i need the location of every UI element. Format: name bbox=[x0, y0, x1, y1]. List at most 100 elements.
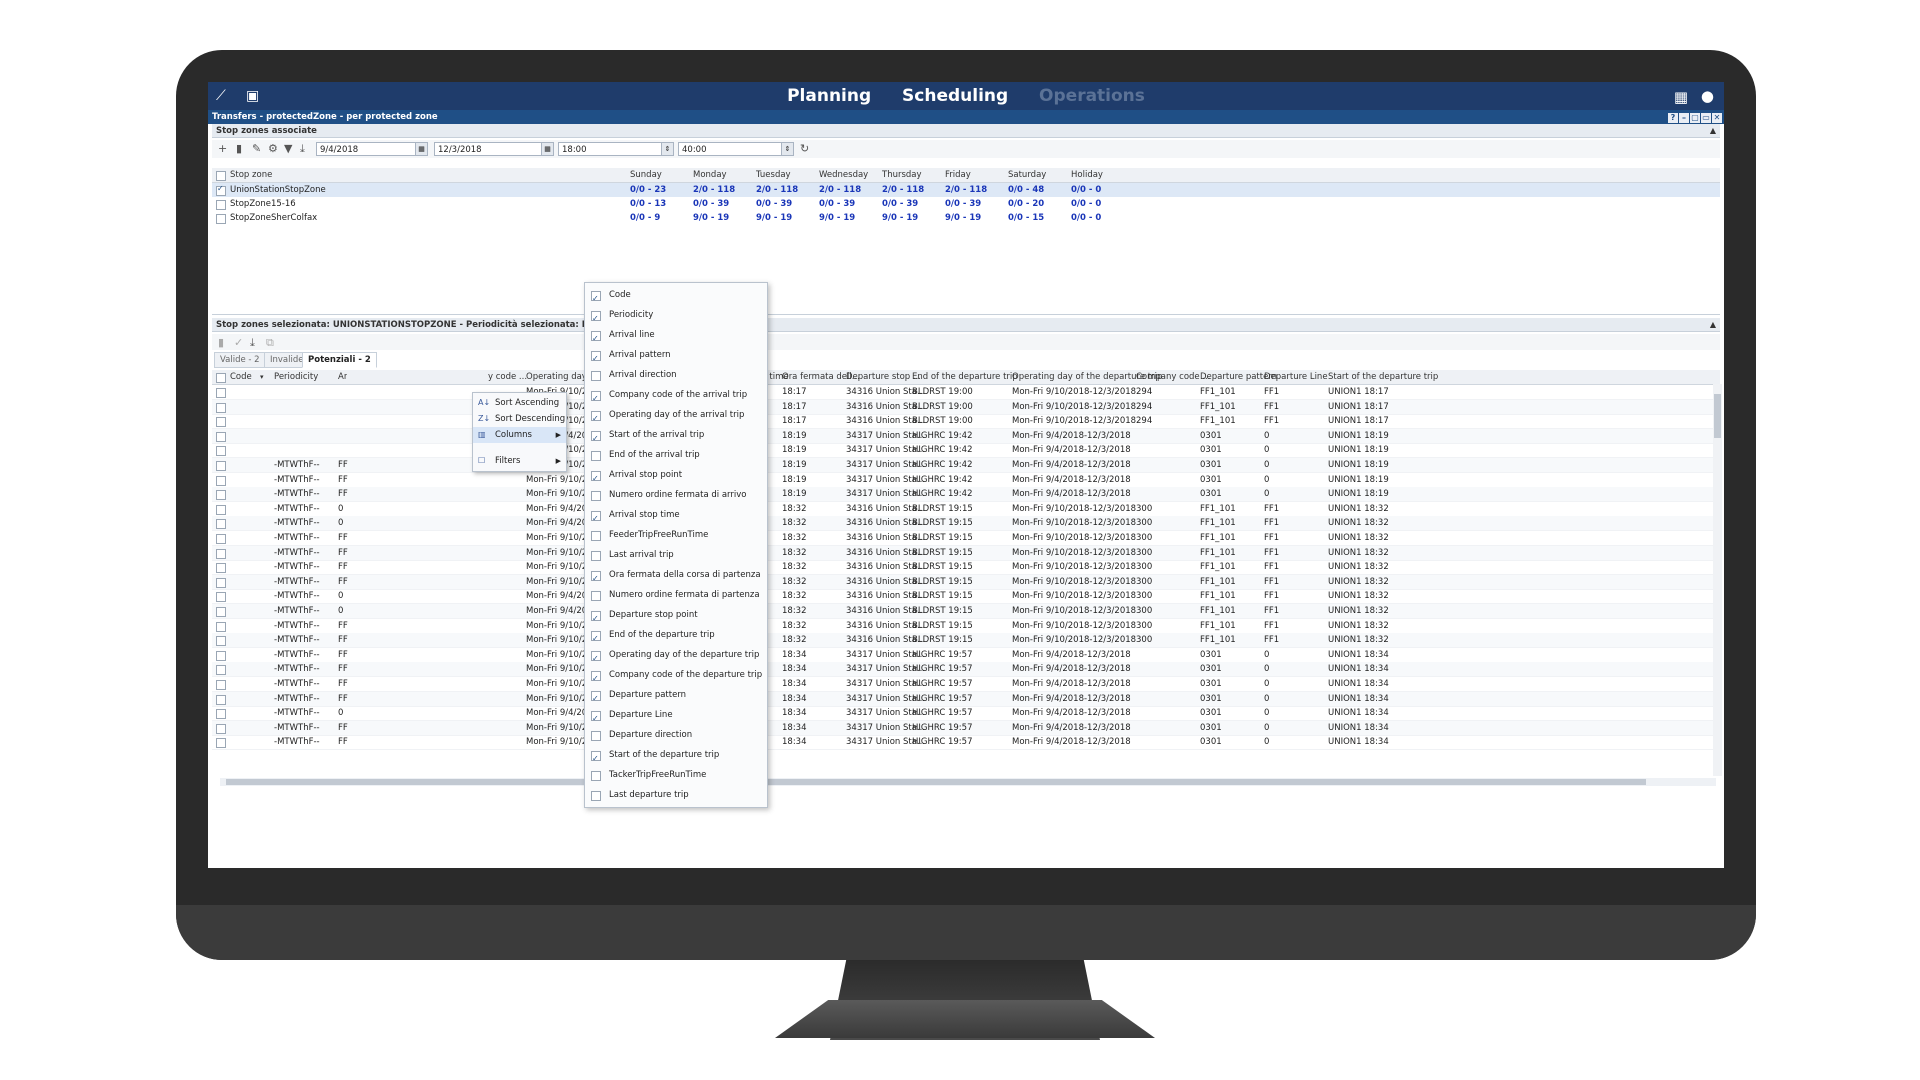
column-checkbox[interactable] bbox=[591, 309, 601, 329]
column-checkbox[interactable] bbox=[591, 429, 601, 449]
user-icon[interactable]: ● bbox=[1701, 87, 1714, 105]
close-button[interactable]: ✕ bbox=[1712, 113, 1722, 123]
chevron-down-icon[interactable]: ▾ bbox=[260, 370, 264, 384]
column-checkbox[interactable] bbox=[591, 491, 601, 501]
column-checkbox[interactable] bbox=[591, 591, 601, 601]
col-monday[interactable]: Monday bbox=[693, 168, 727, 182]
row-checkbox[interactable] bbox=[216, 650, 226, 661]
column-checkbox[interactable] bbox=[591, 289, 601, 309]
transfer-col-header[interactable]: Departure Line bbox=[1264, 370, 1328, 384]
column-checkbox[interactable] bbox=[591, 531, 601, 541]
end-time-input[interactable]: 40:00 ⇕ bbox=[678, 142, 794, 156]
column-checkbox[interactable] bbox=[591, 551, 601, 561]
column-toggle-item[interactable]: Operating day of the departure trip bbox=[585, 645, 767, 669]
column-checkbox[interactable] bbox=[591, 749, 601, 769]
column-toggle-item[interactable]: Departure stop point bbox=[585, 605, 767, 629]
column-toggle-item[interactable]: Numero ordine fermata di arrivo bbox=[585, 485, 767, 505]
transfer-col-header[interactable]: y code ... bbox=[488, 370, 527, 384]
column-toggle-item[interactable]: Numero ordine fermata di partenza bbox=[585, 585, 767, 605]
day-count-cell[interactable]: 9/0 - 19 bbox=[693, 211, 729, 225]
day-count-cell[interactable]: 0/0 - 48 bbox=[1008, 183, 1044, 197]
menu-item-sort-ascending[interactable]: A↓ Sort Ascending bbox=[473, 395, 566, 411]
col-holiday[interactable]: Holiday bbox=[1071, 168, 1103, 182]
col-periodicity[interactable]: Periodicity bbox=[274, 370, 318, 384]
column-toggle-item[interactable]: Arrival pattern bbox=[585, 345, 767, 369]
table-row[interactable]: -MTWThF--FFMon-Fri 9/10/20...BLDRST 17:2… bbox=[212, 619, 1720, 634]
table-row[interactable]: -MTWThF--FFMon-Fri 9/10/20...BLDRST 17:0… bbox=[212, 545, 1720, 561]
transfer-col-header[interactable]: Start of the departure trip bbox=[1328, 370, 1438, 384]
day-count-cell[interactable]: 9/0 - 19 bbox=[756, 211, 792, 225]
transfer-col-header[interactable]: End of the departure trip bbox=[912, 370, 1018, 384]
nav-tab-planning[interactable]: Planning bbox=[787, 82, 871, 110]
stop-zone-row[interactable]: StopZone15-16 0/0 - 13 0/0 - 39 0/0 - 39 0/0… bbox=[212, 197, 1720, 211]
row-checkbox[interactable] bbox=[216, 607, 226, 617]
table-row[interactable]: -MTWThF--FFMon-Fri 9/10/20...BLDRST 17:2… bbox=[212, 735, 1720, 751]
column-checkbox[interactable] bbox=[591, 569, 601, 589]
row-checkbox[interactable] bbox=[216, 214, 226, 224]
day-count-cell[interactable]: 0/0 - 13 bbox=[630, 197, 666, 211]
refresh-icon[interactable]: ↻ bbox=[800, 142, 809, 155]
row-checkbox[interactable] bbox=[216, 417, 226, 428]
column-toggle-item[interactable]: TackerTripFreeRunTime bbox=[585, 765, 767, 785]
row-checkbox[interactable] bbox=[216, 446, 226, 457]
row-checkbox[interactable] bbox=[216, 636, 226, 647]
table-row[interactable]: -MTWThF--FFMon-Fri 9/10/20...BLDRST 17:0… bbox=[212, 531, 1720, 546]
column-toggle-item[interactable]: Departure pattern bbox=[585, 685, 767, 709]
horizontal-scroll-thumb[interactable] bbox=[226, 779, 1646, 785]
row-checkbox[interactable] bbox=[216, 709, 226, 720]
menu-item-columns[interactable]: ▥ Columns ▶ bbox=[473, 427, 566, 443]
column-checkbox[interactable] bbox=[591, 669, 601, 689]
day-count-cell[interactable]: 0/0 - 39 bbox=[693, 197, 729, 211]
column-checkbox[interactable] bbox=[591, 689, 601, 709]
column-toggle-item[interactable]: Departure direction bbox=[585, 725, 767, 745]
day-count-cell[interactable]: 0/0 - 20 bbox=[1008, 197, 1044, 211]
table-row[interactable]: -MTWThF--0Mon-Fri 9/4/201...UNION1 18:19… bbox=[212, 604, 1720, 619]
column-checkbox[interactable] bbox=[591, 371, 601, 381]
column-checkbox[interactable] bbox=[591, 709, 601, 729]
nav-tab-scheduling[interactable]: Scheduling bbox=[902, 82, 1008, 110]
menu-item-filters[interactable]: ☐ Filters ▶ bbox=[473, 453, 566, 469]
table-row[interactable]: -MTWThF--0Mon-Fri 9/4/201...HIGHRC 16:45… bbox=[212, 706, 1720, 722]
column-toggle-item[interactable]: End of the arrival trip bbox=[585, 445, 767, 465]
row-checkbox[interactable] bbox=[216, 200, 226, 210]
col-wednesday[interactable]: Wednesday bbox=[819, 168, 868, 182]
row-checkbox[interactable] bbox=[216, 592, 226, 603]
table-row[interactable]: Mon-Fri 9/4/201...HIGHRC 16:3034343 Unio… bbox=[212, 428, 1720, 444]
day-count-cell[interactable]: 2/0 - 118 bbox=[756, 183, 798, 197]
column-checkbox[interactable] bbox=[591, 731, 601, 741]
row-checkbox[interactable] bbox=[216, 534, 226, 544]
tab-valide[interactable]: Valide - 2 bbox=[214, 352, 266, 368]
column-checkbox[interactable] bbox=[591, 409, 601, 429]
minimize-button[interactable]: – bbox=[1679, 113, 1689, 123]
delete-icon[interactable]: ▮ bbox=[236, 142, 242, 155]
day-count-cell[interactable]: 0/0 - 15 bbox=[1008, 211, 1044, 225]
day-count-cell[interactable]: 9/0 - 19 bbox=[819, 211, 855, 225]
download-icon[interactable]: ⤓ bbox=[300, 142, 305, 156]
column-checkbox[interactable] bbox=[591, 329, 601, 349]
column-checkbox[interactable] bbox=[591, 771, 601, 781]
col-code[interactable]: Code bbox=[230, 370, 252, 384]
vertical-scrollbar[interactable] bbox=[1713, 384, 1722, 776]
col-sunday[interactable]: Sunday bbox=[630, 168, 662, 182]
col-tuesday[interactable]: Tuesday bbox=[756, 168, 791, 182]
column-toggle-item[interactable]: Ora fermata della corsa di partenza bbox=[585, 565, 767, 589]
table-row[interactable]: -MTWThF--FFMon-Fri 9/10/20...BLDRST 17:1… bbox=[212, 691, 1720, 707]
calendar-icon[interactable]: ▦ bbox=[541, 143, 553, 155]
day-count-cell[interactable]: 9/0 - 19 bbox=[945, 211, 981, 225]
table-row[interactable]: -MTWThF--FFMon-Fri 9/10/20...BLDRST 17:2… bbox=[212, 633, 1720, 649]
day-count-cell[interactable]: 0/0 - 39 bbox=[945, 197, 981, 211]
row-checkbox[interactable] bbox=[216, 680, 226, 690]
column-toggle-item[interactable]: Start of the departure trip bbox=[585, 745, 767, 769]
column-checkbox[interactable] bbox=[591, 629, 601, 649]
day-count-cell[interactable]: 0/0 - 39 bbox=[882, 197, 918, 211]
transfer-col-header[interactable]: Departure stop ... bbox=[846, 370, 921, 384]
col-saturday[interactable]: Saturday bbox=[1008, 168, 1046, 182]
start-time-input[interactable]: 18:00 ⇕ bbox=[558, 142, 674, 156]
table-row[interactable]: -MTWThF--FFMon-Fri 9/10/20...BLDRST 17:0… bbox=[212, 648, 1720, 663]
column-toggle-item[interactable]: End of the departure trip bbox=[585, 625, 767, 649]
collapse-up-icon[interactable]: ▲ bbox=[1710, 318, 1716, 332]
column-toggle-item[interactable]: Arrival stop point bbox=[585, 465, 767, 489]
table-row[interactable]: Mon-Fri 9/10/20...BLDRST 17:1634331 Unio… bbox=[212, 414, 1720, 430]
day-count-cell[interactable]: 0/0 - 0 bbox=[1071, 183, 1101, 197]
filter-icon[interactable]: ▼ bbox=[284, 142, 292, 155]
